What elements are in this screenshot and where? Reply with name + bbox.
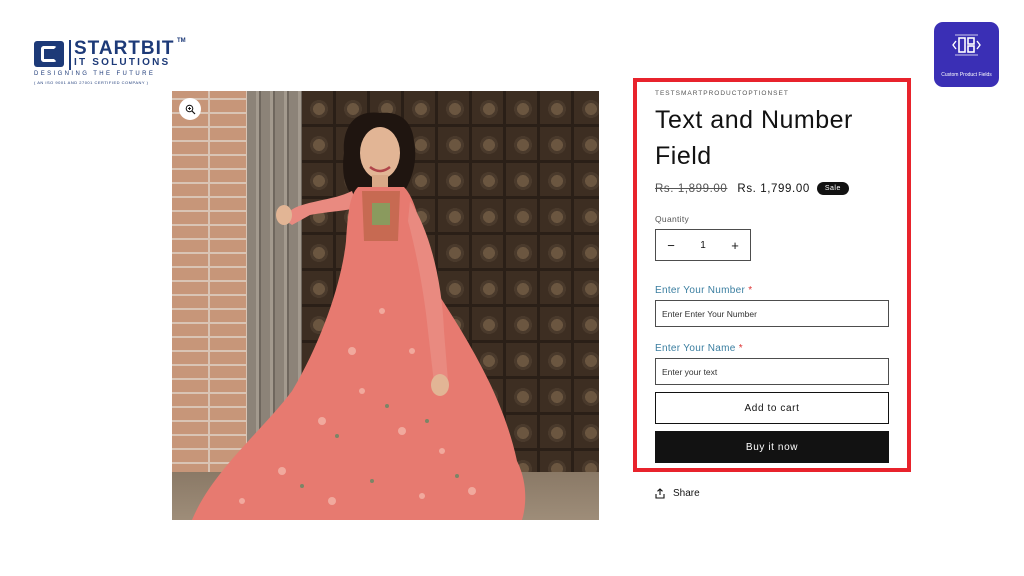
number-field-label: Enter Your Number * xyxy=(655,285,752,296)
product-info-panel: TESTSMARTPRODUCTOPTIONSET Text and Numbe… xyxy=(633,78,911,472)
app-badge-label: Custom Product Fields xyxy=(941,72,992,78)
logo-trademark: TM xyxy=(177,38,186,44)
quantity-stepper: − 1 + xyxy=(655,229,751,261)
custom-product-fields-app-badge: Custom Product Fields xyxy=(934,22,999,87)
share-upload-icon xyxy=(655,488,665,499)
required-mark: * xyxy=(738,343,743,354)
logo-tagline: DESIGNING THE FUTURE xyxy=(34,71,156,77)
number-field-label-text: Enter Your Number xyxy=(655,285,746,296)
number-input[interactable] xyxy=(655,300,889,327)
name-input[interactable] xyxy=(655,358,889,385)
sale-price: Rs. 1,799.00 xyxy=(737,182,810,195)
add-to-cart-button[interactable]: Add to cart xyxy=(655,392,889,424)
share-label: Share xyxy=(673,488,700,499)
logo-s-icon xyxy=(34,41,64,67)
company-logo: STARTBIT TM IT SOLUTIONS DESIGNING THE F… xyxy=(34,38,190,88)
quantity-value[interactable]: 1 xyxy=(686,240,720,251)
name-field-label: Enter Your Name * xyxy=(655,343,743,354)
sale-badge: Sale xyxy=(816,182,849,195)
logo-divider xyxy=(69,40,71,70)
zoom-button[interactable] xyxy=(179,98,201,120)
required-mark: * xyxy=(748,285,753,296)
logo-certification: ( AN ISO 9001 AND 27001 CERTIFIED COMPAN… xyxy=(34,80,149,85)
logo-subtitle: IT SOLUTIONS xyxy=(74,57,171,68)
grid-brackets-icon xyxy=(952,34,981,56)
product-vendor: TESTSMARTPRODUCTOPTIONSET xyxy=(655,90,789,97)
price-row: Rs. 1,899.00 Rs. 1,799.00 Sale xyxy=(655,182,849,195)
product-title: Text and Number Field xyxy=(655,106,853,170)
share-button[interactable]: Share xyxy=(655,488,700,499)
logo-name: STARTBIT xyxy=(74,38,175,59)
model-figure xyxy=(192,112,526,520)
product-image[interactable] xyxy=(172,91,599,520)
compare-at-price: Rs. 1,899.00 xyxy=(655,182,728,195)
quantity-increase-button[interactable]: + xyxy=(720,230,750,260)
quantity-label: Quantity xyxy=(655,214,690,224)
zoom-in-icon xyxy=(185,104,195,114)
buy-it-now-button[interactable]: Buy it now xyxy=(655,431,889,463)
quantity-decrease-button[interactable]: − xyxy=(656,230,686,260)
name-field-label-text: Enter Your Name xyxy=(655,343,736,354)
